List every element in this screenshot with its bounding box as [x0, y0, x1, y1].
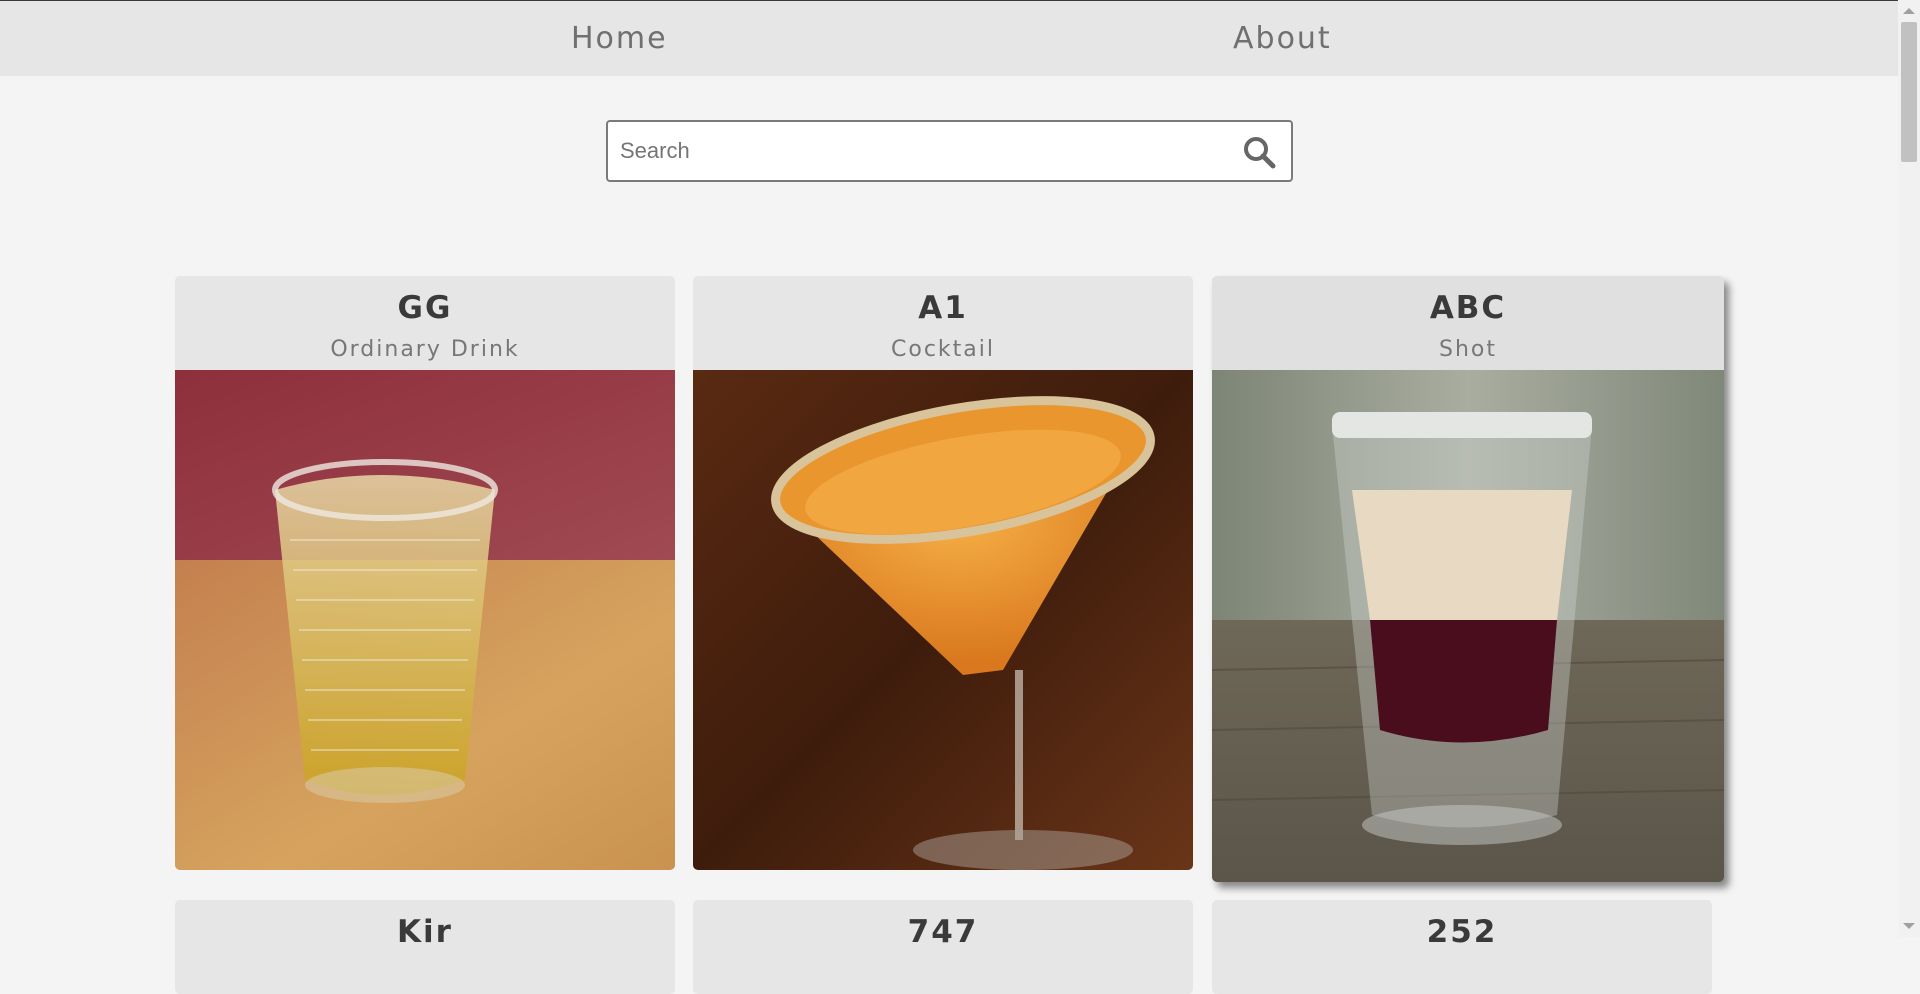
scrollbar-thumb[interactable]	[1901, 22, 1917, 162]
drink-card[interactable]: Kir	[175, 900, 675, 994]
scroll-down-arrow-icon[interactable]	[1903, 923, 1915, 929]
drink-category: Shot	[1439, 337, 1497, 362]
drink-image[interactable]	[1212, 370, 1724, 882]
drink-image[interactable]	[175, 370, 675, 870]
drink-category: Cocktail	[891, 337, 995, 362]
drink-image[interactable]	[693, 370, 1193, 870]
drink-card[interactable]: 252	[1212, 900, 1712, 994]
vertical-scrollbar[interactable]	[1898, 0, 1920, 937]
drink-card[interactable]: GG Ordinary Drink	[175, 276, 675, 870]
nav-about-link[interactable]: About	[1233, 21, 1332, 56]
drink-card[interactable]: A1 Cocktail	[693, 276, 1193, 870]
scroll-up-arrow-icon[interactable]	[1903, 8, 1915, 14]
drink-card[interactable]: ABC Shot	[1212, 276, 1724, 882]
search-icon[interactable]	[1241, 134, 1277, 170]
card-header: 252	[1212, 900, 1712, 994]
drink-name: Kir	[397, 914, 453, 950]
drink-card[interactable]: 747	[693, 900, 1193, 994]
card-header: Kir	[175, 900, 675, 994]
drink-name: A1	[918, 290, 968, 326]
card-header: A1 Cocktail	[693, 276, 1193, 370]
search-input[interactable]	[620, 132, 1220, 170]
drink-category: Ordinary Drink	[330, 337, 520, 362]
card-header: GG Ordinary Drink	[175, 276, 675, 370]
nav-home-link[interactable]: Home	[571, 21, 668, 56]
search-box	[606, 120, 1293, 182]
drink-name: GG	[397, 290, 453, 326]
drink-name: ABC	[1429, 290, 1507, 326]
card-header: 747	[693, 900, 1193, 994]
drink-name: 252	[1426, 914, 1498, 950]
drink-name: 747	[907, 914, 979, 950]
top-navbar: Home About	[0, 1, 1898, 76]
card-header: ABC Shot	[1212, 276, 1724, 370]
